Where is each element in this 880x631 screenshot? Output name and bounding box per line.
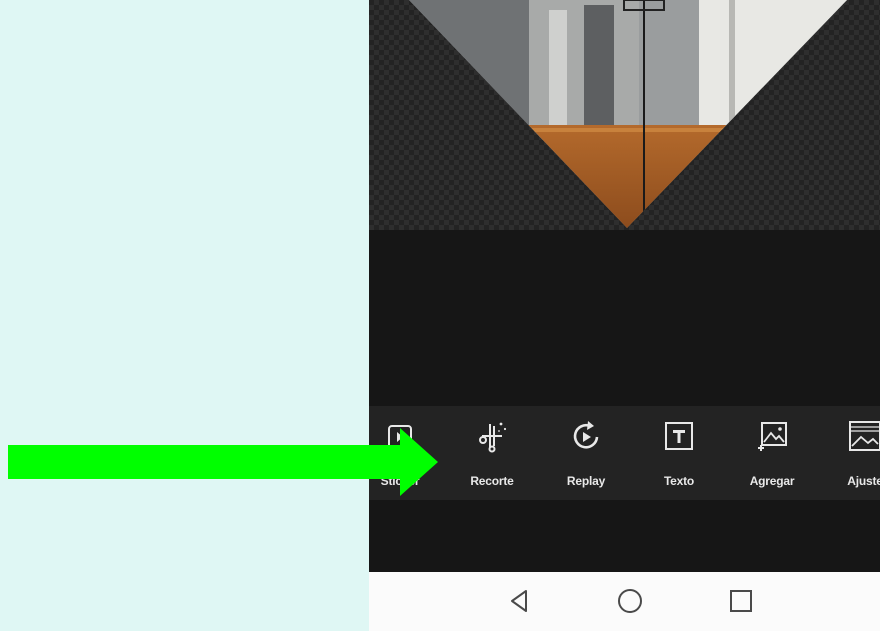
toolbar-item-label: Agregar: [749, 474, 795, 488]
toolbar-item-replay[interactable]: Replay: [540, 406, 632, 500]
toolbar-item-recorte[interactable]: Recorte: [446, 406, 538, 500]
toolbar-item-texto[interactable]: Texto: [633, 406, 725, 500]
toolbar-item-label: Ajuste: [847, 474, 880, 488]
square-recents-icon: [730, 590, 752, 612]
triangle-back-icon: [511, 590, 527, 612]
back-button[interactable]: [504, 586, 534, 616]
android-navigation-bar: [369, 572, 880, 631]
text-box-icon: [665, 422, 693, 450]
adjust-image-icon: [849, 421, 880, 451]
toolbar-item-label: Texto: [663, 474, 695, 488]
recents-button[interactable]: [726, 586, 756, 616]
phone-screen: Sticker Recorte Replay Texto Agregar Aju…: [369, 0, 880, 631]
replay-icon: [573, 421, 599, 449]
toolbar-item-label: Recorte: [470, 474, 514, 488]
add-image-icon: [758, 422, 787, 451]
heart-cropped-video-frame: [409, 0, 847, 228]
editing-toolbar: Sticker Recorte Replay Texto Agregar Aju…: [369, 406, 880, 500]
home-button[interactable]: [615, 586, 645, 616]
video-preview[interactable]: [369, 0, 880, 230]
toolbar-item-agregar[interactable]: Agregar: [726, 406, 818, 500]
toolbar-item-ajuste[interactable]: Ajuste: [819, 406, 880, 500]
screenshot-canvas: Sticker Recorte Replay Texto Agregar Aju…: [0, 0, 880, 631]
toolbar-item-label: Replay: [566, 474, 606, 488]
circle-home-icon: [618, 589, 642, 613]
right-arrow-icon: [8, 428, 438, 496]
scissors-sparkle-icon: [479, 422, 507, 453]
